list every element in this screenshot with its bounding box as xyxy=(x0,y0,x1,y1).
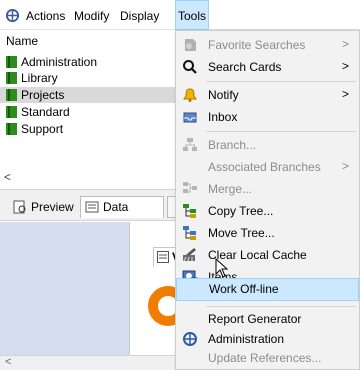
book-icon xyxy=(6,123,17,135)
menu-item-label: Move Tree... xyxy=(208,226,275,240)
bell-icon xyxy=(183,88,197,102)
tree-item-projects[interactable]: Projects xyxy=(0,87,176,103)
menu-item-favorite-searches[interactable]: Favorite Searches > xyxy=(176,34,359,56)
tree-item-label: Library xyxy=(21,71,58,85)
book-icon xyxy=(6,89,17,101)
tab-data-card[interactable]: Data Card xyxy=(80,196,164,234)
menu-bar: Actions Modify Display Tools xyxy=(0,0,360,30)
app-icon xyxy=(5,8,20,23)
menu-item-inbox[interactable]: Inbox xyxy=(176,106,359,128)
book-icon xyxy=(6,56,17,68)
tree-item-support[interactable]: Support xyxy=(6,121,174,137)
menu-display[interactable]: Display xyxy=(118,0,161,30)
menu-item-merge[interactable]: Merge... xyxy=(176,178,359,200)
menu-separator xyxy=(206,306,356,307)
scroll-left-arrow-icon[interactable]: < xyxy=(4,170,11,184)
view-icon xyxy=(157,251,169,263)
tree-item-label: Standard xyxy=(21,105,70,119)
menu-item-branch[interactable]: Branch... xyxy=(176,134,359,156)
menu-item-label: Favorite Searches xyxy=(208,38,306,52)
menu-item-label: Notify xyxy=(208,88,239,102)
tree-panel: Name Administration Library Projects Sta… xyxy=(0,31,176,186)
menu-item-label: Search Cards xyxy=(208,60,282,74)
administration-icon xyxy=(183,332,197,346)
menu-item-label: Administration xyxy=(208,332,285,346)
menu-actions[interactable]: Actions xyxy=(24,0,67,30)
horizontal-scrollbar[interactable]: < xyxy=(0,355,176,370)
merge-icon xyxy=(183,182,197,193)
tree-item-standard[interactable]: Standard xyxy=(6,104,174,120)
book-icon xyxy=(6,106,17,118)
tree-item-label: Projects xyxy=(21,88,65,102)
menu-item-work-off-line[interactable]: Work Off-line xyxy=(176,278,359,301)
menu-item-clear-local-cache[interactable]: Clear Local Cache xyxy=(176,244,359,266)
mouse-pointer-icon xyxy=(215,258,229,278)
menu-item-label: Copy Tree... xyxy=(208,204,274,218)
preview-icon xyxy=(13,200,26,214)
scroll-left-icon[interactable]: < xyxy=(5,356,11,368)
menu-item-search-cards[interactable]: Search Cards > xyxy=(176,56,359,78)
menu-item-update-references[interactable]: Update References... xyxy=(176,347,359,369)
menu-separator xyxy=(206,131,356,132)
tree-item-label: Support xyxy=(21,122,64,136)
tree-item-label: Administration xyxy=(21,55,98,69)
inbox-icon xyxy=(183,112,197,123)
favorite-searches-icon xyxy=(185,39,196,51)
left-pane xyxy=(0,222,129,355)
tree-item-library[interactable]: Library xyxy=(6,70,174,86)
menu-item-copy-tree[interactable]: Copy Tree... xyxy=(176,200,359,222)
menu-modify[interactable]: Modify xyxy=(72,0,111,30)
menu-item-notify[interactable]: Notify > xyxy=(176,84,359,106)
submenu-arrow-icon: > xyxy=(341,159,349,173)
clear-cache-icon xyxy=(183,248,196,262)
submenu-arrow-icon: > xyxy=(341,87,349,101)
move-tree-icon xyxy=(183,226,196,240)
menu-item-label: Branch... xyxy=(208,138,257,152)
data-card-icon xyxy=(85,201,99,213)
menu-separator xyxy=(206,81,356,82)
menu-item-label: Update References... xyxy=(208,351,322,365)
menu-tools[interactable]: Tools xyxy=(175,0,209,30)
menu-item-move-tree[interactable]: Move Tree... xyxy=(176,222,359,244)
tab-preview[interactable]: Preview xyxy=(8,196,78,218)
tabs-bar: Preview Data Card xyxy=(0,189,176,234)
menu-item-associated-branches[interactable]: Associated Branches > xyxy=(176,156,359,178)
menu-item-label: Inbox xyxy=(208,110,238,124)
search-icon xyxy=(183,60,197,74)
tree-item-administration[interactable]: Administration xyxy=(6,54,174,70)
menu-item-report-generator[interactable]: Report Generator xyxy=(176,308,359,330)
submenu-arrow-icon: > xyxy=(341,59,349,73)
tree-column-header[interactable]: Name xyxy=(6,34,38,48)
menu-item-label: Report Generator xyxy=(208,312,302,326)
copy-tree-icon xyxy=(183,204,196,218)
tools-menu: Favorite Searches > Search Cards > Notif… xyxy=(175,30,360,370)
menu-item-label: Associated Branches xyxy=(208,160,321,174)
menu-item-label: Merge... xyxy=(208,182,253,196)
menu-item-label: Work Off-line xyxy=(209,282,279,296)
submenu-arrow-icon: > xyxy=(341,37,349,51)
tab-preview-label: Preview xyxy=(31,200,74,214)
branch-icon xyxy=(183,138,197,151)
book-icon xyxy=(6,72,17,84)
